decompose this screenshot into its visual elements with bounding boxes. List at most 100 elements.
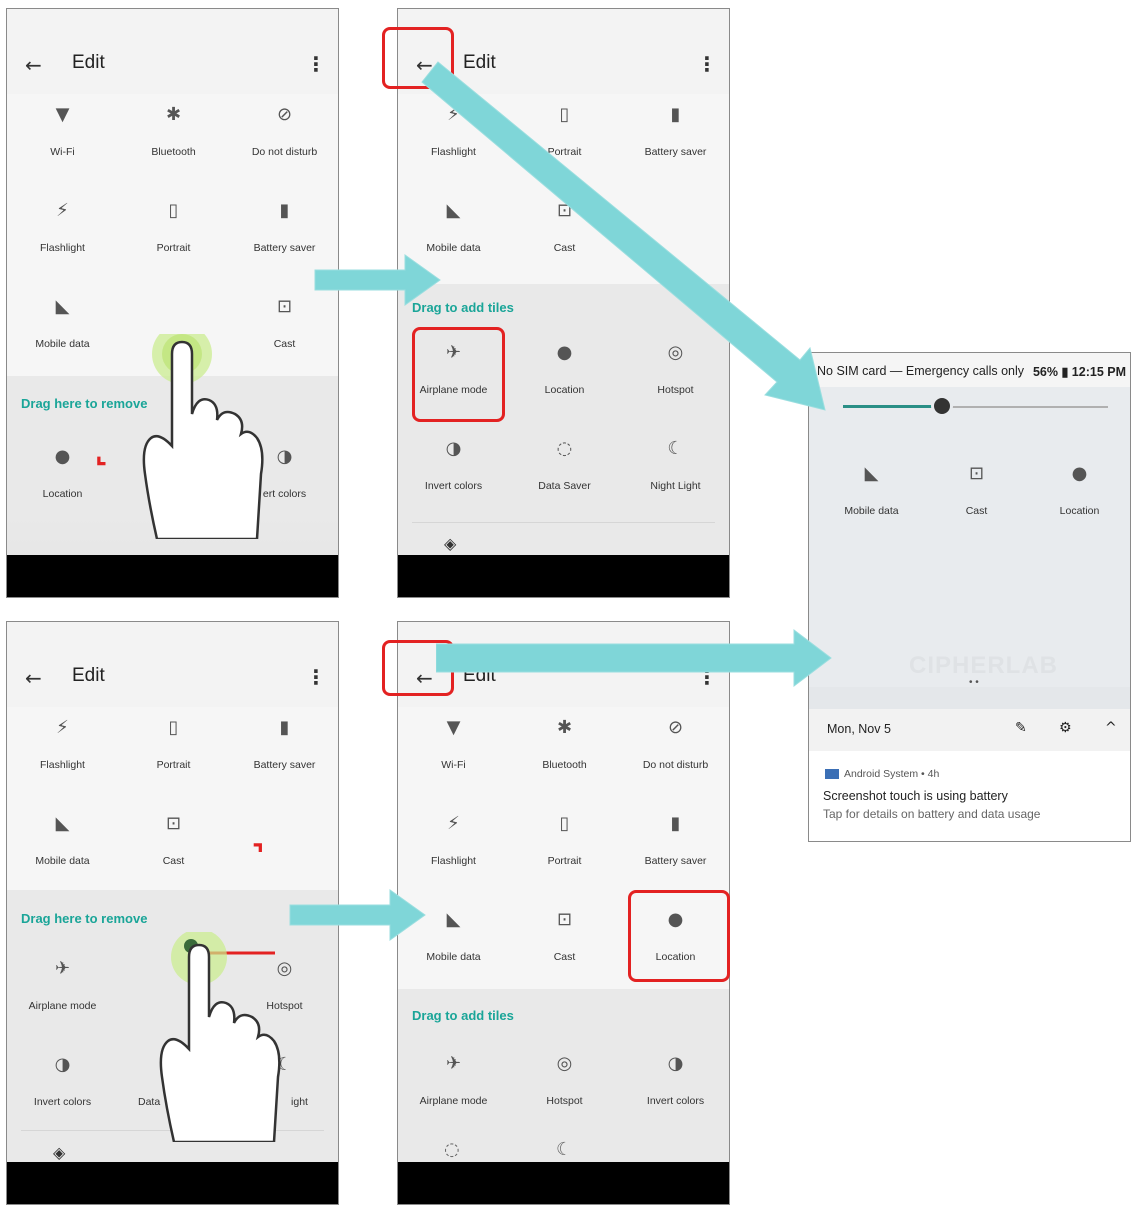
watermark: CIPHERLAB xyxy=(909,652,1059,679)
section-heading: Drag here to remove xyxy=(21,396,148,411)
notification-app: Android System • 4h xyxy=(825,768,939,780)
arrow-bottom-to-panel xyxy=(436,628,832,688)
tile-label: Battery saver xyxy=(644,855,707,867)
tile-cast[interactable]: ⊡ Cast xyxy=(509,899,620,995)
tile-bluetooth[interactable]: ✱ Bluetooth xyxy=(118,94,229,190)
portrait-icon: ▯ xyxy=(559,813,570,834)
tile-data-saver[interactable]: ◌ Data Saver xyxy=(509,428,620,524)
flashlight-icon: ⚡ xyxy=(56,717,69,738)
nav-bar xyxy=(398,555,729,597)
invert-icon: ◑ xyxy=(54,1054,71,1075)
more-icon[interactable]: ⋮ xyxy=(306,52,326,76)
wifi-icon: ▼ xyxy=(55,104,70,125)
tile-battery-saver[interactable]: ▮ Battery saver xyxy=(620,803,729,899)
tile-do-not-disturb[interactable]: ⊘ Do not disturb xyxy=(620,707,729,803)
tile-airplane-mode[interactable]: ✈ Airplane mode xyxy=(398,1043,509,1139)
cast-icon: ⊡ xyxy=(968,463,985,484)
qs-tile-cast[interactable]: ⊡ Cast xyxy=(924,453,1029,549)
mobile-data-icon: ◣ xyxy=(864,463,879,484)
tile-label: Cast xyxy=(553,951,576,963)
qs-footer: Mon, Nov 5 ✎ ⚙ ^ xyxy=(809,709,1130,751)
notification-card[interactable]: Android System • 4h Screenshot touch is … xyxy=(809,751,1130,841)
tile-label: Flashlight xyxy=(431,855,476,867)
status-carrier: No SIM card — Emergency calls only xyxy=(817,364,1025,378)
tile-label: Portrait xyxy=(547,855,582,867)
tile-label: Mobile data xyxy=(35,338,90,350)
tile-label: Mobile data xyxy=(844,505,899,517)
tile-flashlight[interactable]: ⚡ Flashlight xyxy=(7,190,118,286)
back-icon[interactable]: ← xyxy=(25,53,42,77)
tile-label: Mobile data xyxy=(426,951,481,963)
tile-label: Flashlight xyxy=(40,242,85,254)
tile-portrait[interactable]: ▯ Portrait xyxy=(118,707,229,803)
app-badge-icon xyxy=(825,769,839,780)
tile-label: Invert colors xyxy=(646,1095,705,1107)
edit-icon[interactable]: ✎ xyxy=(1015,720,1027,736)
brightness-slider-knob[interactable] xyxy=(931,395,953,417)
tile-portrait[interactable]: ▯ Portrait xyxy=(509,803,620,899)
tile-label: Night Light xyxy=(650,480,701,492)
tile-battery-saver[interactable]: ▮ Battery saver xyxy=(229,707,338,803)
add-tiles-zone: Drag to add tiles ✈ Airplane mode ◎ Hots… xyxy=(398,989,729,1164)
tile-mobile-data[interactable]: ◣ Mobile data xyxy=(7,803,118,899)
flashlight-icon: ⚡ xyxy=(447,813,460,834)
app-line: Android System • 4h xyxy=(844,768,940,780)
qs-tile-location[interactable]: ● Location xyxy=(1027,453,1130,549)
drop-marker-icon: ⌝ xyxy=(252,840,265,870)
tile-invert-colors[interactable]: ◑ Invert colors xyxy=(620,1043,729,1139)
tile-invert-colors[interactable]: ◑ Invert colors xyxy=(7,1044,118,1140)
mobile-data-icon: ◣ xyxy=(55,813,70,834)
tile-label: Do not disturb xyxy=(251,146,318,158)
tile-label: Location xyxy=(1059,505,1100,517)
airplane-icon: ✈ xyxy=(445,1053,462,1074)
data-saver-icon: ◌ xyxy=(444,1139,460,1160)
tile-mobile-data[interactable]: ◣ Mobile data xyxy=(7,286,118,382)
wifi-icon: ▼ xyxy=(446,717,461,738)
tile-label: Portrait xyxy=(156,759,191,771)
tile-invert-colors[interactable]: ◑ Invert colors xyxy=(398,428,509,524)
tile-label: Airplane mode xyxy=(28,1000,97,1012)
chevron-up-icon[interactable]: ^ xyxy=(1105,720,1117,736)
mobile-data-icon: ◣ xyxy=(55,296,70,317)
cast-icon: ⊡ xyxy=(556,909,573,930)
tile-hotspot[interactable]: ◎ Hotspot xyxy=(509,1043,620,1139)
tile-label: Do not disturb xyxy=(642,759,709,771)
arrow-diagonal-to-panel xyxy=(421,61,826,411)
status-bar: No SIM card — Emergency calls only 56% ▮… xyxy=(809,353,1130,387)
tile-portrait[interactable]: ▯ Portrait xyxy=(118,190,229,286)
tile-night-light[interactable]: ☾ Night Light xyxy=(620,428,729,524)
dnd-icon: ⊘ xyxy=(276,104,293,125)
tile-label: Invert colors xyxy=(33,1096,92,1108)
page-title: Edit xyxy=(72,52,105,73)
battery-icon: ▮ xyxy=(670,813,681,834)
tile-wifi[interactable]: ▼ Wi-Fi xyxy=(7,94,118,190)
tile-cast[interactable]: ⊡ Cast xyxy=(118,803,229,899)
section-heading: Drag here to remove xyxy=(21,911,148,926)
bluetooth-icon: ✱ xyxy=(556,717,573,738)
tile-airplane-mode[interactable]: ✈ Airplane mode xyxy=(7,948,118,1044)
drop-marker-icon: ⌞ xyxy=(95,439,108,469)
tile-label: Hotspot xyxy=(546,1095,583,1107)
tile-bluetooth[interactable]: ✱ Bluetooth xyxy=(509,707,620,803)
notification-title: Screenshot touch is using battery xyxy=(823,789,1008,803)
tile-do-not-disturb[interactable]: ⊘ Do not disturb xyxy=(229,94,338,190)
page-title: Edit xyxy=(72,665,105,686)
gear-icon[interactable]: ⚙ xyxy=(1059,720,1072,736)
status-battery-time: 56% ▮ 12:15 PM xyxy=(1032,365,1126,379)
notification-panel: No SIM card — Emergency calls only 56% ▮… xyxy=(808,352,1131,842)
bluetooth-icon: ✱ xyxy=(165,104,182,125)
back-icon[interactable]: ← xyxy=(25,666,42,690)
more-icon[interactable]: ⋮ xyxy=(306,665,326,689)
hotspot-icon: ◎ xyxy=(556,1053,573,1074)
nav-bar xyxy=(7,555,338,597)
airplane-icon: ✈ xyxy=(54,958,71,979)
tile-flashlight[interactable]: ⚡ Flashlight xyxy=(7,707,118,803)
dnd-icon: ⊘ xyxy=(667,717,684,738)
brightness-slider-fill xyxy=(843,405,943,408)
tile-wifi[interactable]: ▼ Wi-Fi xyxy=(398,707,509,803)
nav-bar xyxy=(398,1162,729,1204)
battery-icon: ▮ xyxy=(279,717,290,738)
notification-text: Tap for details on battery and data usag… xyxy=(823,807,1041,821)
qs-tile-mobile-data[interactable]: ◣ Mobile data xyxy=(819,453,924,549)
page-dots: • • xyxy=(969,677,979,688)
